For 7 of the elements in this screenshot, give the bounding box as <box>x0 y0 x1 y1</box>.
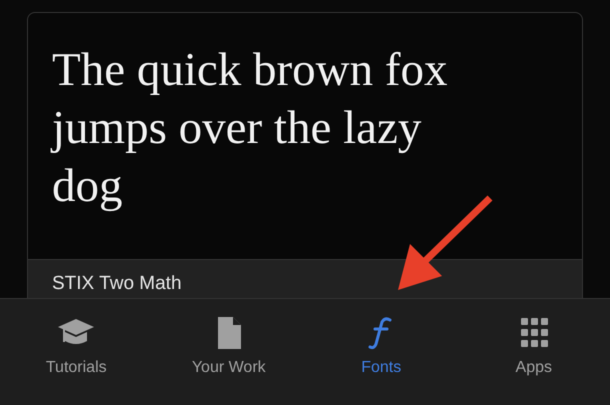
font-card[interactable]: The quick brown fox jumps over the lazy dog STIX Two Math <box>27 12 583 298</box>
font-sample-text: The quick brown fox jumps over the lazy dog <box>52 43 448 214</box>
tab[interactable]: Apps <box>458 311 610 381</box>
font-name: STIX Two Math <box>52 273 182 294</box>
tab[interactable]: Your Work <box>152 311 305 381</box>
tab[interactable]: Tutorials <box>0 311 152 381</box>
tab[interactable]: Fonts <box>305 311 458 381</box>
